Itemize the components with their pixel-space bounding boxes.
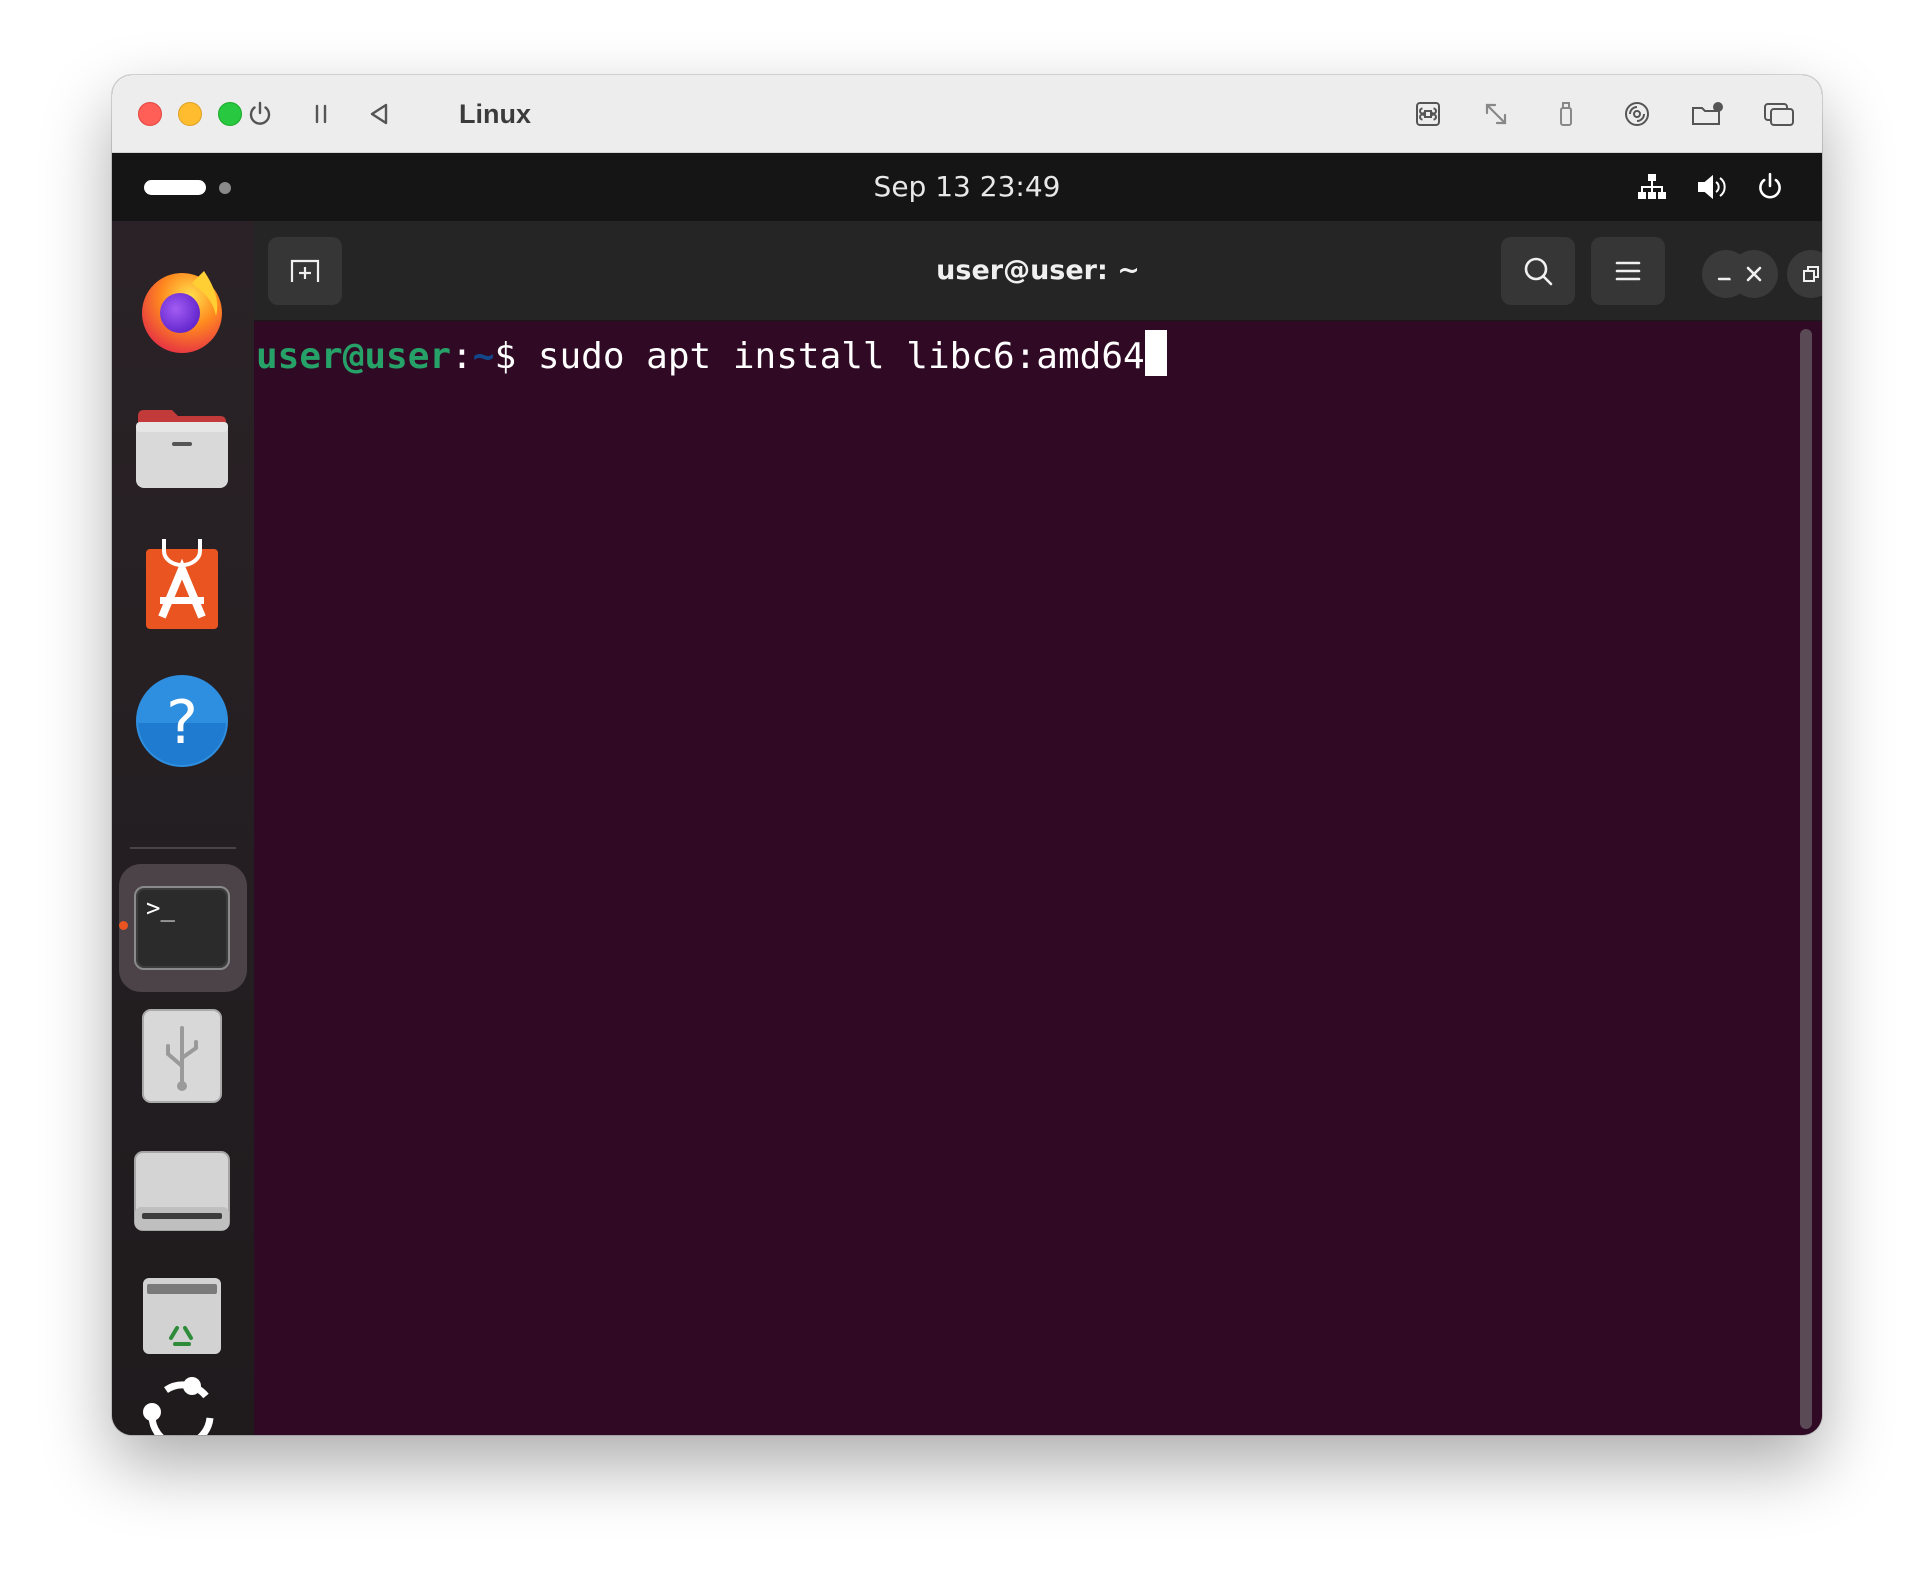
clock[interactable]: Sep 13 23:49	[112, 153, 1822, 221]
vm-titlebar: Linux	[112, 75, 1822, 153]
svg-text:>_: >_	[146, 894, 175, 922]
disk-drive-icon[interactable]	[132, 1141, 232, 1241]
network-icon[interactable]	[1632, 169, 1672, 205]
prompt-user-host: user@user	[256, 336, 452, 377]
ubuntu-top-bar: Sep 13 23:49	[112, 153, 1822, 221]
terminal-output[interactable]: user@user:~$ sudo apt install libc6:amd6…	[254, 321, 1802, 1435]
firefox-icon[interactable]	[132, 259, 232, 359]
command-text: sudo apt install libc6:amd64	[537, 336, 1145, 377]
terminal-title: user@user: ~	[936, 255, 1140, 286]
resize-icon[interactable]	[1476, 96, 1516, 132]
svg-text:?: ?	[166, 688, 198, 758]
terminal-window: user@user: ~ user@user:~$ sudo apt insta…	[254, 221, 1822, 1435]
windows-icon[interactable]	[1759, 96, 1799, 132]
search-icon	[1524, 257, 1553, 286]
text-cursor	[1144, 330, 1167, 376]
terminal-icon[interactable]: >_	[132, 878, 232, 978]
menu-icon	[1615, 261, 1641, 281]
vm-window: Linux Sep 13 23:49 ? >_ user@user: ~ use…	[112, 75, 1822, 1435]
files-icon[interactable]	[132, 397, 232, 497]
minimize-window-button[interactable]	[178, 102, 202, 126]
close-window-button[interactable]	[138, 102, 162, 126]
dock: ? >_	[112, 221, 254, 1435]
shared-folder-icon[interactable]	[1687, 96, 1727, 132]
keyboard-command-icon[interactable]	[1408, 96, 1448, 132]
app-center-icon[interactable]	[132, 533, 232, 633]
power-icon[interactable]	[242, 96, 278, 132]
vm-title: Linux	[459, 99, 531, 129]
close-button[interactable]	[1730, 250, 1778, 298]
disc-icon[interactable]	[1617, 96, 1657, 132]
help-icon[interactable]: ?	[132, 671, 232, 771]
usb-device-icon[interactable]	[1546, 96, 1586, 132]
scrollbar[interactable]	[1800, 329, 1812, 1429]
terminal-header: user@user: ~	[254, 221, 1822, 321]
maximize-window-button[interactable]	[218, 102, 242, 126]
trash-icon[interactable]	[132, 1266, 232, 1366]
new-tab-icon	[290, 259, 320, 282]
close-icon	[1746, 266, 1762, 282]
new-tab-button[interactable]	[268, 237, 342, 305]
running-indicator	[119, 921, 128, 930]
dock-separator	[130, 847, 236, 849]
menu-button[interactable]	[1591, 237, 1665, 305]
prompt-path: ~	[472, 336, 495, 377]
show-apps-icon[interactable]	[132, 1366, 232, 1435]
power-icon[interactable]	[1750, 169, 1790, 205]
search-button[interactable]	[1501, 237, 1575, 305]
restore-icon	[1803, 266, 1819, 282]
prompt-colon: :	[451, 336, 473, 377]
usb-drive-icon[interactable]	[132, 1006, 232, 1106]
pause-icon[interactable]	[303, 96, 339, 132]
prompt-dollar: $	[494, 336, 538, 377]
back-icon[interactable]	[361, 96, 397, 132]
volume-icon[interactable]	[1692, 169, 1732, 205]
